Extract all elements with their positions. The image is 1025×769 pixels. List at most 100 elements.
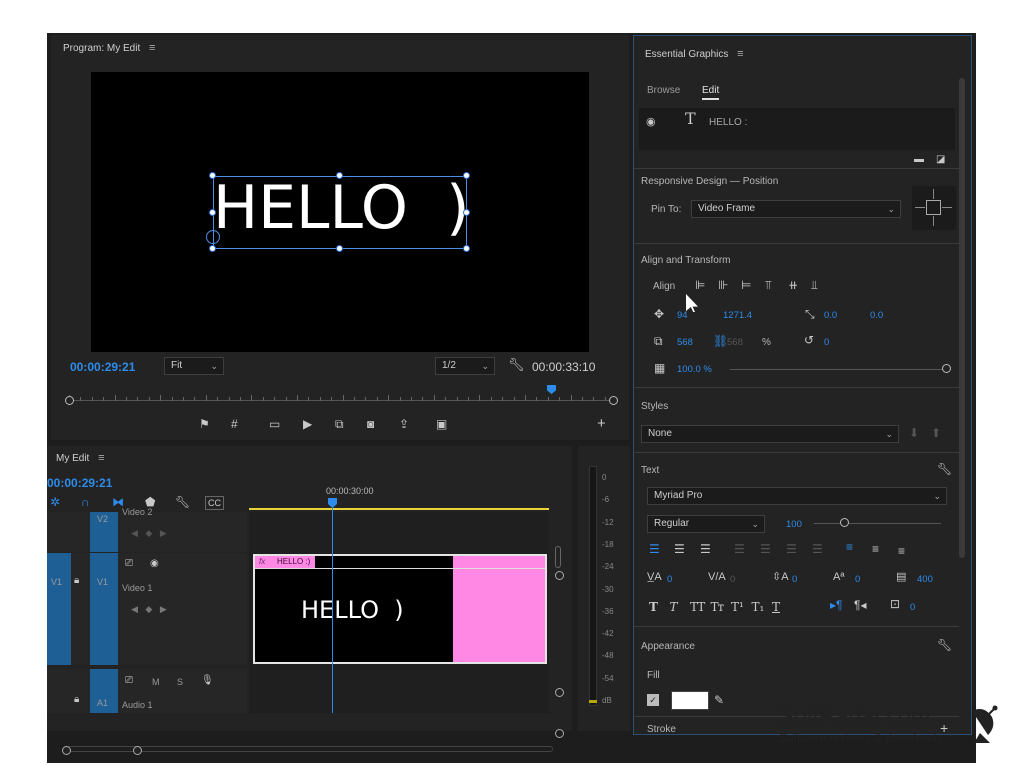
new-folder-icon[interactable]: ▬ bbox=[914, 154, 924, 166]
text-layer-name[interactable]: HELLO : bbox=[709, 117, 747, 128]
pin-to-select[interactable]: Video Frame ⌄ bbox=[691, 200, 901, 218]
timeline-vscroll[interactable] bbox=[555, 546, 561, 568]
title-bounding-box[interactable] bbox=[213, 176, 467, 249]
text-style-button[interactable]: T bbox=[670, 601, 678, 613]
panel-menu-icon[interactable]: ≡ bbox=[737, 48, 743, 60]
text-style-button[interactable]: T bbox=[649, 601, 658, 613]
align-center-v-icon[interactable]: ⧺ bbox=[788, 279, 798, 291]
captions-icon[interactable]: CC bbox=[205, 496, 224, 510]
position-icon[interactable]: ✥ bbox=[654, 308, 664, 320]
program-monitor-title[interactable]: Program: My Edit ≡ bbox=[63, 42, 155, 54]
lock-icon[interactable]: 🔒︎ bbox=[74, 694, 79, 706]
time-ruler[interactable] bbox=[249, 498, 549, 510]
program-scrubber[interactable] bbox=[65, 385, 618, 405]
font-style-select[interactable]: Regular ⌄ bbox=[647, 515, 765, 533]
wrench-icon[interactable]: 🔧︎ bbox=[508, 358, 525, 371]
scale-icon[interactable]: ⧉ bbox=[654, 335, 663, 347]
center-align-text-icon[interactable]: ≡ bbox=[872, 543, 879, 555]
bottom-align-text-icon[interactable]: ≡ bbox=[898, 545, 905, 557]
transform-handle-bl[interactable] bbox=[209, 245, 216, 252]
tab-edit[interactable]: Edit bbox=[702, 85, 720, 100]
mute-button[interactable]: M bbox=[152, 677, 160, 687]
program-playhead[interactable] bbox=[547, 385, 556, 394]
text-style-button[interactable]: Tт bbox=[711, 601, 725, 613]
justify-left-icon[interactable]: ☰ bbox=[734, 543, 745, 555]
essential-graphics-title[interactable]: Essential Graphics ≡ bbox=[645, 48, 744, 60]
text-style-button[interactable]: TT bbox=[690, 601, 705, 613]
pin-diagram[interactable] bbox=[912, 186, 956, 230]
align-left-icon[interactable]: ⊫ bbox=[695, 279, 705, 291]
appearance-wrench-icon[interactable]: 🔧︎ bbox=[937, 639, 952, 651]
leading-icon[interactable]: ⇳A bbox=[772, 571, 789, 583]
go-to-in-icon[interactable]: # bbox=[231, 418, 238, 430]
anchor-y-value[interactable]: 0.0 bbox=[870, 310, 883, 321]
push-style-down-icon[interactable]: ⬇ bbox=[909, 427, 919, 439]
tsume-icon[interactable]: ▤ bbox=[896, 571, 906, 583]
align-right-icon[interactable]: ⊨ bbox=[741, 279, 751, 291]
push-style-up-icon[interactable]: ⬆ bbox=[931, 427, 941, 439]
align-top-icon[interactable]: ⫪ bbox=[765, 279, 772, 291]
lock-icon[interactable]: 🔒︎ bbox=[74, 575, 79, 587]
tab-width-icon[interactable]: ⊡ bbox=[890, 598, 900, 610]
fill-color-swatch[interactable] bbox=[671, 691, 709, 710]
text-style-button[interactable]: T₁ bbox=[752, 601, 765, 613]
constrain-link-icon[interactable]: ⛓︎ bbox=[713, 335, 728, 347]
microphone-icon[interactable]: 🎙︎ bbox=[201, 675, 214, 687]
baseline-shift-value[interactable]: 0 bbox=[855, 574, 860, 585]
program-timecode-current[interactable]: 00:00:29:21 bbox=[70, 360, 135, 374]
transform-handle-br[interactable] bbox=[463, 245, 470, 252]
play-icon[interactable]: ▶ bbox=[303, 418, 312, 430]
position-y-value[interactable]: 1271.4 bbox=[723, 310, 752, 321]
solo-button[interactable]: S bbox=[177, 677, 183, 687]
leading-value[interactable]: 0 bbox=[792, 574, 797, 585]
panel-menu-icon[interactable]: ≡ bbox=[98, 452, 104, 464]
align-center-h-icon[interactable]: ⊪ bbox=[718, 279, 728, 291]
text-style-button[interactable]: T bbox=[772, 601, 780, 613]
transform-handle-ml[interactable] bbox=[209, 209, 216, 216]
timeline-wrench-icon[interactable]: 🔧︎ bbox=[175, 496, 190, 508]
visibility-eye-icon[interactable]: ◉ bbox=[646, 116, 656, 128]
eyedropper-icon[interactable]: ✎ bbox=[714, 694, 724, 706]
font-family-select[interactable]: Myriad Pro ⌄ bbox=[647, 487, 947, 505]
rtl-direction-icon[interactable]: ¶◂ bbox=[854, 599, 866, 611]
tracking-value[interactable]: 0 bbox=[730, 574, 735, 585]
snap-icon[interactable]: ✲ bbox=[50, 496, 60, 508]
step-icon[interactable]: ⧉ bbox=[335, 418, 344, 430]
transform-handle-mr[interactable] bbox=[463, 209, 470, 216]
track-v1-source[interactable] bbox=[47, 553, 71, 665]
program-video-frame[interactable]: HELLO ) bbox=[91, 72, 589, 352]
transform-handle-tl[interactable] bbox=[209, 172, 216, 179]
fill-checkbox[interactable]: ✓ bbox=[647, 694, 659, 706]
tab-width-value[interactable]: 0 bbox=[910, 602, 915, 613]
align-text-center-icon[interactable]: ☰ bbox=[674, 543, 685, 555]
transform-handle-bm[interactable] bbox=[336, 245, 343, 252]
eye-icon[interactable]: ◉ bbox=[150, 558, 159, 570]
in-point-handle[interactable] bbox=[65, 396, 74, 405]
quality-select[interactable]: 1/2 ⌄ bbox=[435, 357, 495, 375]
ltr-direction-icon[interactable]: ▸¶ bbox=[830, 599, 842, 611]
opacity-value[interactable]: 100.0 % bbox=[677, 364, 712, 375]
keyframe-nav-v2[interactable]: ◀ ◆ ▶ bbox=[131, 528, 167, 539]
magnet-icon[interactable]: ∩ bbox=[81, 496, 90, 508]
lift-icon[interactable]: ⇪ bbox=[399, 418, 409, 430]
safe-margins-icon[interactable]: ▭ bbox=[269, 418, 280, 430]
scale-width-value[interactable]: 568 bbox=[677, 337, 693, 348]
top-align-text-icon[interactable]: ≡ bbox=[846, 541, 853, 553]
compare-icon[interactable]: ▣ bbox=[436, 418, 447, 430]
justify-all-icon[interactable]: ☰ bbox=[812, 543, 823, 555]
hscroll-handle-left[interactable] bbox=[62, 746, 71, 755]
anchor-x-value[interactable]: 0.0 bbox=[824, 310, 837, 321]
add-marker-icon[interactable]: ⚑ bbox=[199, 418, 210, 430]
vscroll-handle-mid[interactable] bbox=[555, 688, 564, 697]
position-x-value[interactable]: 94 bbox=[677, 310, 688, 321]
kerning-value[interactable]: 0 bbox=[667, 574, 672, 585]
hscroll-handle-right[interactable] bbox=[133, 746, 142, 755]
eg-scrollbar[interactable] bbox=[959, 78, 965, 558]
font-size-value[interactable]: 100 bbox=[786, 519, 802, 530]
new-layer-icon[interactable]: ◪ bbox=[936, 154, 945, 166]
styles-select[interactable]: None ⌄ bbox=[641, 425, 899, 443]
align-text-left-icon[interactable]: ☰ bbox=[649, 543, 660, 555]
opacity-icon[interactable]: ▦ bbox=[654, 362, 665, 374]
timeline-title[interactable]: My Edit ≡ bbox=[56, 452, 105, 464]
export-frame-icon[interactable]: ◙ bbox=[367, 418, 374, 430]
